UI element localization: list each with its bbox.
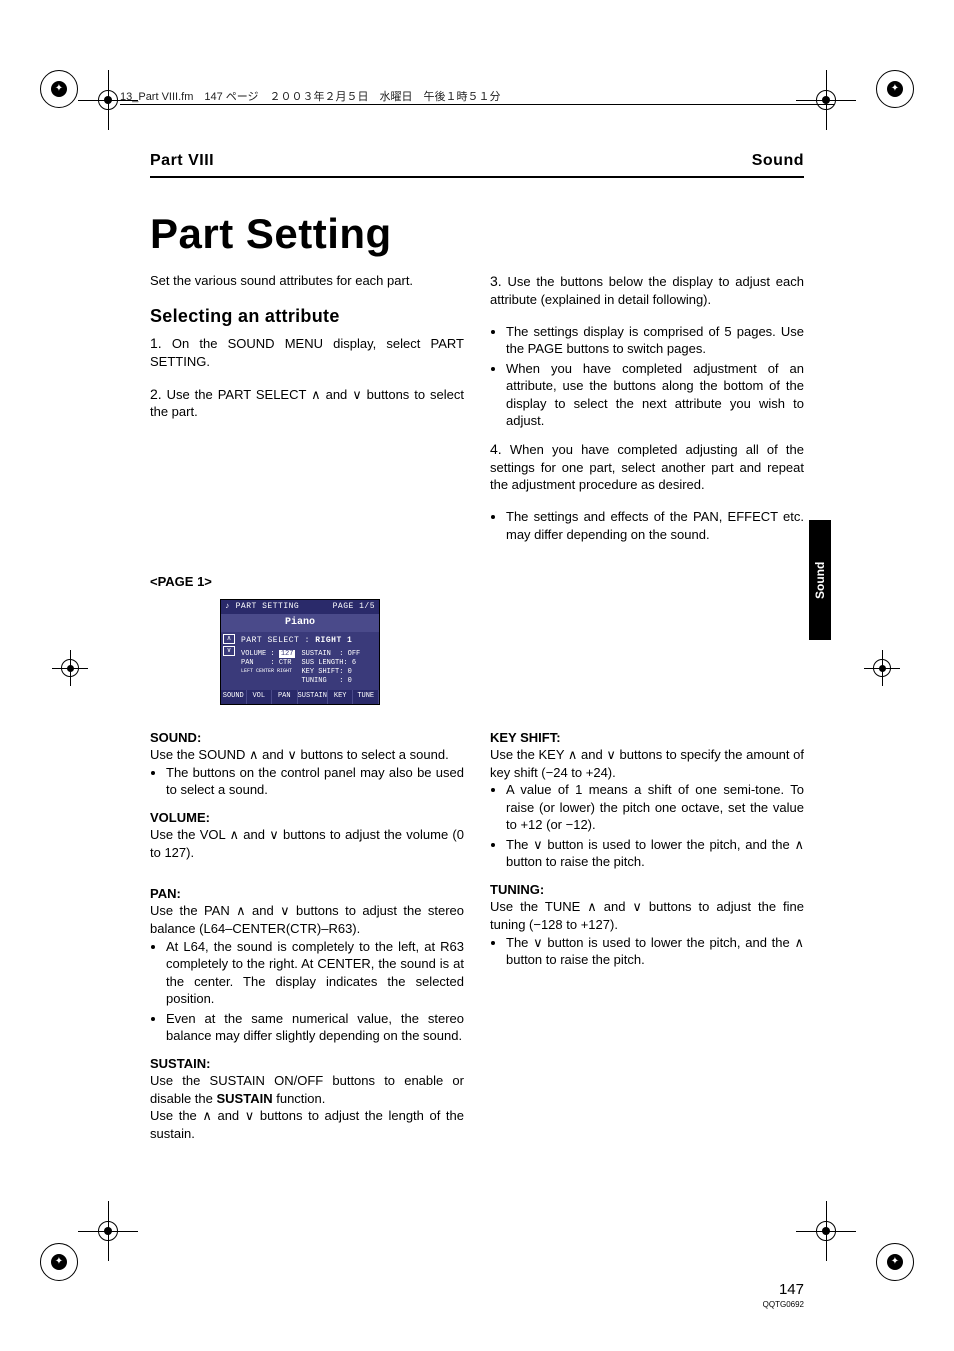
bullet-item: The settings and effects of the PAN, EFF… [506, 508, 804, 543]
bullet-item: At L64, the sound is completely to the l… [166, 938, 464, 1008]
print-header: 13_Part VIII.fm 147 ページ ２００３年２月５日 水曜日 午後… [120, 90, 834, 105]
registration-cross-icon [796, 1201, 876, 1281]
step-text: Use the buttons below the display to adj… [490, 274, 804, 307]
section-heading-keyshift: KEY SHIFT: [490, 729, 804, 747]
step-4: 4. When you have completed adjusting all… [490, 440, 804, 494]
section-body: Use the TUNE ∧ and ∨ buttons to adjust t… [490, 898, 804, 933]
up-arrow-icon: ∧ [223, 634, 235, 644]
subheading: Selecting an attribute [150, 304, 464, 328]
doc-code: QQTG0692 [763, 1300, 804, 1311]
bullet-item: The buttons on the control panel may als… [166, 764, 464, 799]
page-footer: 147 QQTG0692 [763, 1280, 804, 1311]
bullet-item: When you have completed adjustment of an… [506, 360, 804, 430]
lcd-sound-name: Piano [221, 614, 379, 632]
lcd-page-indicator: PAGE 1/5 [333, 602, 375, 613]
section-body: Use the VOL ∧ and ∨ buttons to adjust th… [150, 826, 464, 861]
bullet-item: The settings display is comprised of 5 p… [506, 323, 804, 358]
lcd-title: ♪ PART SETTING [225, 602, 299, 613]
section-heading-tuning: TUNING: [490, 881, 804, 899]
registration-cross-icon [864, 650, 902, 688]
section-heading-pan: PAN: [150, 885, 464, 903]
bullet-item: Even at the same numerical value, the st… [166, 1010, 464, 1045]
step-2: 2. Use the PART SELECT ∧ and ∨ buttons t… [150, 385, 464, 421]
bullet-item: The ∨ button is used to lower the pitch,… [506, 836, 804, 871]
lcd-part-select-label: PART SELECT : [241, 636, 310, 645]
lcd-part-select-value: RIGHT 1 [315, 636, 352, 645]
lcd-right-params: SUSTAIN : OFF SUS LENGTH: 6 KEY SHIFT: 0… [301, 650, 360, 686]
step-text: When you have completed adjusting all of… [490, 442, 804, 492]
registration-cross-icon [52, 650, 90, 688]
step-number: 2. [150, 386, 162, 402]
registration-cross-icon [796, 70, 876, 150]
part-label: Part VIII [150, 150, 214, 172]
section-body: Use the PAN ∧ and ∨ buttons to adjust th… [150, 902, 464, 937]
section-body: Use the SOUND ∧ and ∨ buttons to select … [150, 746, 464, 764]
lcd-left-params: VOLUME : 127 PAN : CTR LEFT CENTER RIGHT [241, 650, 295, 686]
left-column-sections: SOUND: Use the SOUND ∧ and ∨ buttons to … [150, 723, 464, 1143]
registration-mark-icon: ✦ [40, 70, 78, 108]
bullet-item: A value of 1 means a shift of one semi-t… [506, 781, 804, 834]
registration-cross-icon [78, 1201, 158, 1281]
down-arrow-icon: ∨ [223, 646, 235, 656]
section-heading-volume: VOLUME: [150, 809, 464, 827]
registration-mark-icon: ✦ [876, 70, 914, 108]
section-heading-sustain: SUSTAIN: [150, 1055, 464, 1073]
section-body-2: Use the ∧ and ∨ buttons to adjust the le… [150, 1107, 464, 1142]
step-number: 4. [490, 441, 502, 457]
registration-mark-icon: ✦ [876, 1243, 914, 1281]
side-tab-sound: Sound [809, 520, 831, 640]
registration-cross-icon [78, 70, 158, 150]
intro-text: Set the various sound attributes for eac… [150, 272, 464, 290]
registration-mark-icon: ✦ [40, 1243, 78, 1281]
section-heading-sound: SOUND: [150, 729, 464, 747]
page-1-label: <PAGE 1> [150, 573, 804, 591]
section-body: Use the SUSTAIN ON/OFF buttons to enable… [150, 1072, 464, 1107]
right-column-sections: KEY SHIFT: Use the KEY ∧ and ∨ buttons t… [490, 723, 804, 1143]
step-1: 1. On the SOUND MENU display, select PAR… [150, 334, 464, 370]
step-3: 3. Use the buttons below the display to … [490, 272, 804, 308]
page-number: 147 [763, 1280, 804, 1300]
step-number: 1. [150, 335, 162, 351]
step-text: Use the PART SELECT ∧ and ∨ buttons to s… [150, 387, 464, 420]
lcd-footer-buttons: SOUND VOL PAN SUSTAIN KEY TUNE [221, 690, 379, 703]
step-number: 3. [490, 273, 502, 289]
section-body: Use the KEY ∧ and ∨ buttons to specify t… [490, 746, 804, 781]
section-label: Sound [752, 150, 804, 172]
bullet-list: The settings display is comprised of 5 p… [490, 323, 804, 430]
print-header-text: 13_Part VIII.fm 147 ページ ２００３年２月５日 水曜日 午後… [120, 91, 501, 103]
lcd-screenshot: ♪ PART SETTING PAGE 1/5 Piano ∧ ∨ PART S… [220, 599, 380, 705]
bullet-item: The ∨ button is used to lower the pitch,… [506, 934, 804, 969]
running-header: Part VIII Sound [150, 150, 804, 178]
bullet-list: The settings and effects of the PAN, EFF… [490, 508, 804, 543]
page-title: Part Setting [150, 206, 804, 263]
step-text: On the SOUND MENU display, select PART S… [150, 336, 464, 369]
